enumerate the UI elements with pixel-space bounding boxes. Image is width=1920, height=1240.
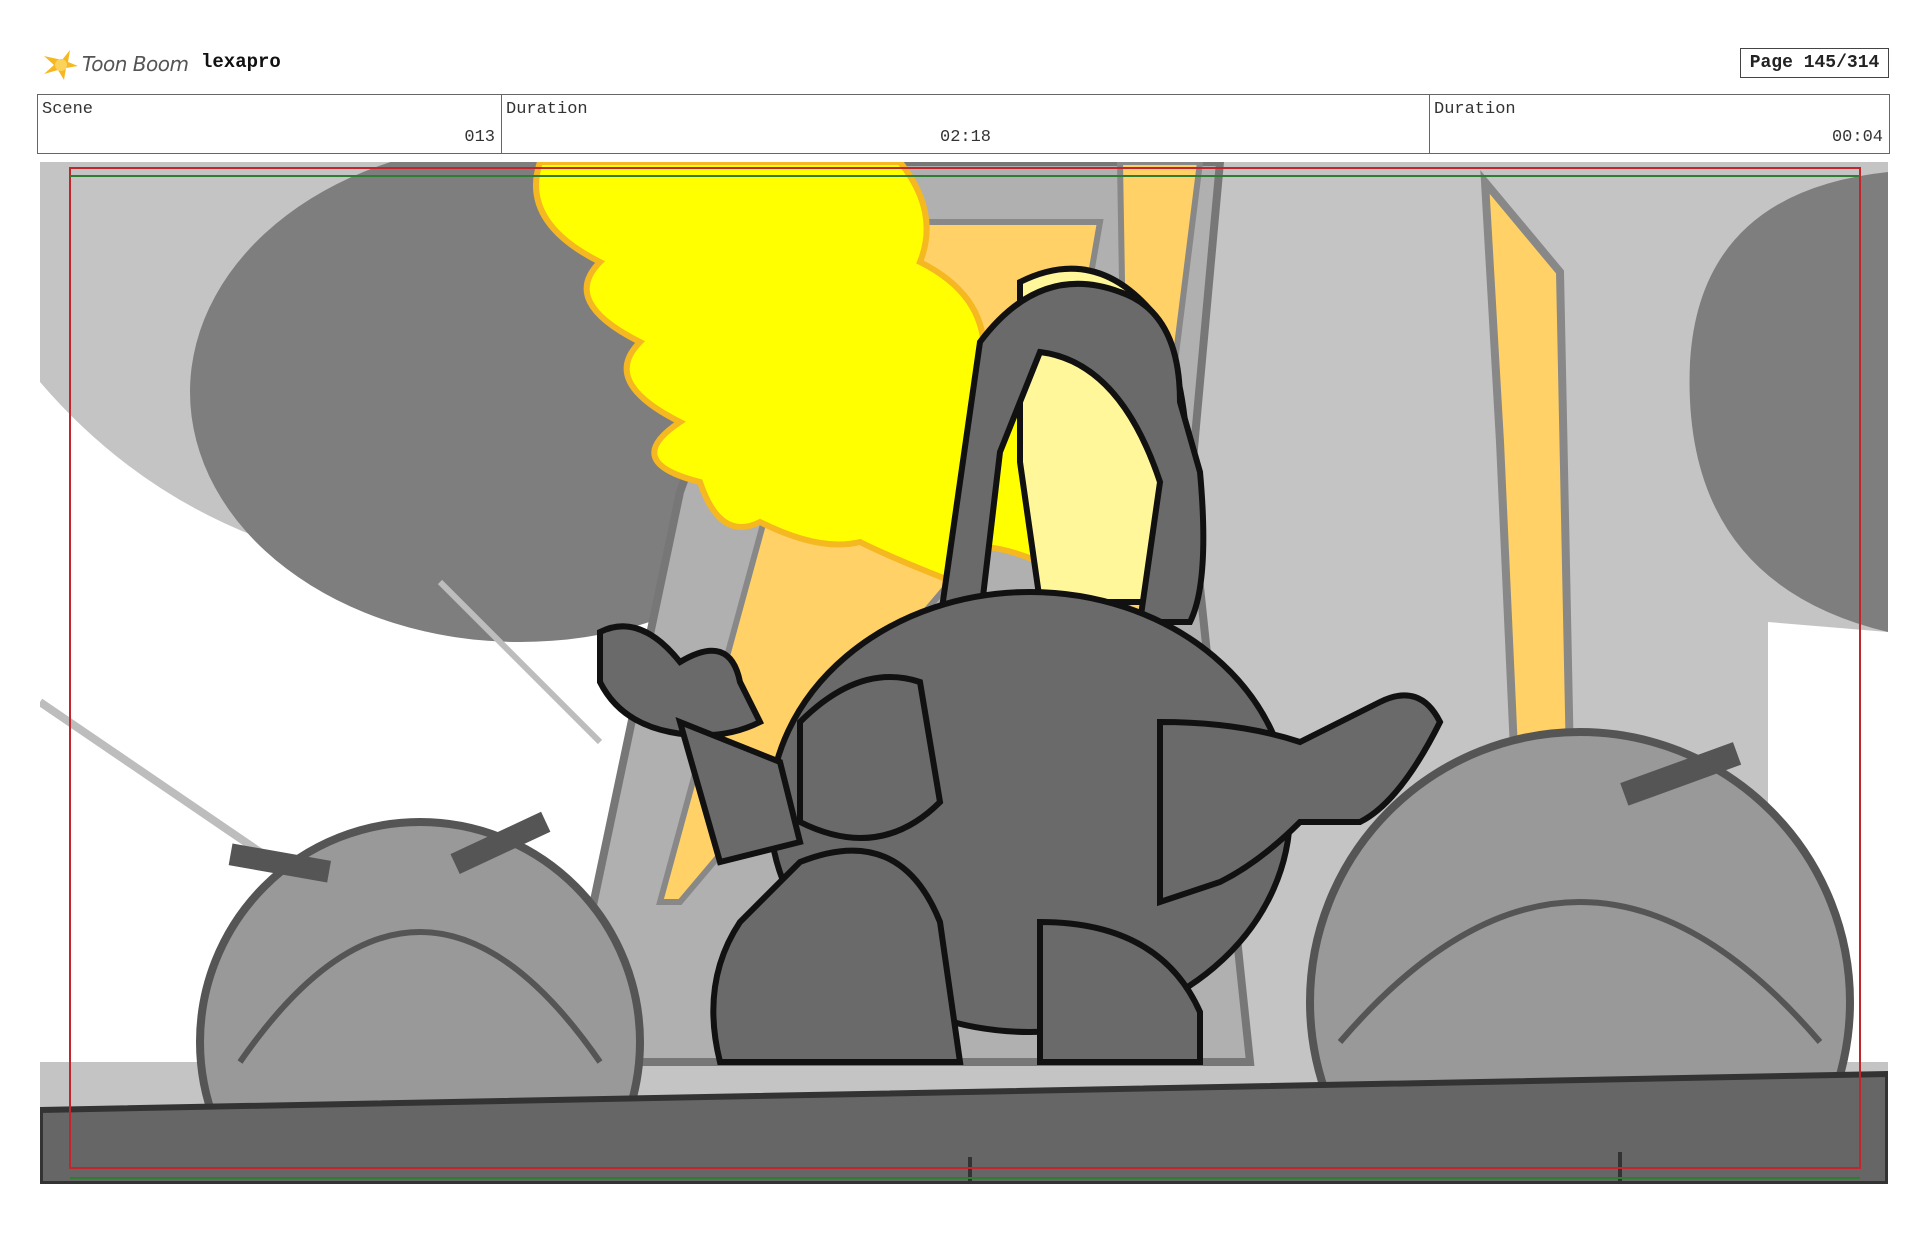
scene-duration-value: 02:18	[939, 128, 992, 147]
project-name: lexapro	[201, 51, 281, 73]
page-indicator: Page 145/314	[1740, 48, 1889, 78]
panel-artwork	[40, 162, 1888, 1184]
panel-duration-value: 00:04	[1831, 128, 1883, 147]
toon-boom-logo: Toon Boom	[40, 44, 189, 84]
scene-duration-label: Duration	[506, 100, 588, 119]
scene-value: 013	[464, 128, 495, 147]
toon-boom-star-icon	[44, 50, 78, 80]
scene-cell: Scene 013	[38, 95, 502, 153]
scene-label: Scene	[42, 100, 94, 119]
scene-duration-cell: Duration 02:18	[502, 95, 1430, 153]
logo-text: Toon Boom	[82, 52, 189, 76]
panel-duration-label: Duration	[1434, 100, 1516, 119]
scene-info-table: Scene 013 Duration 02:18 Duration 00:04	[37, 94, 1890, 154]
storyboard-panel	[40, 162, 1888, 1184]
panel-duration-cell: Duration 00:04	[1430, 95, 1889, 153]
